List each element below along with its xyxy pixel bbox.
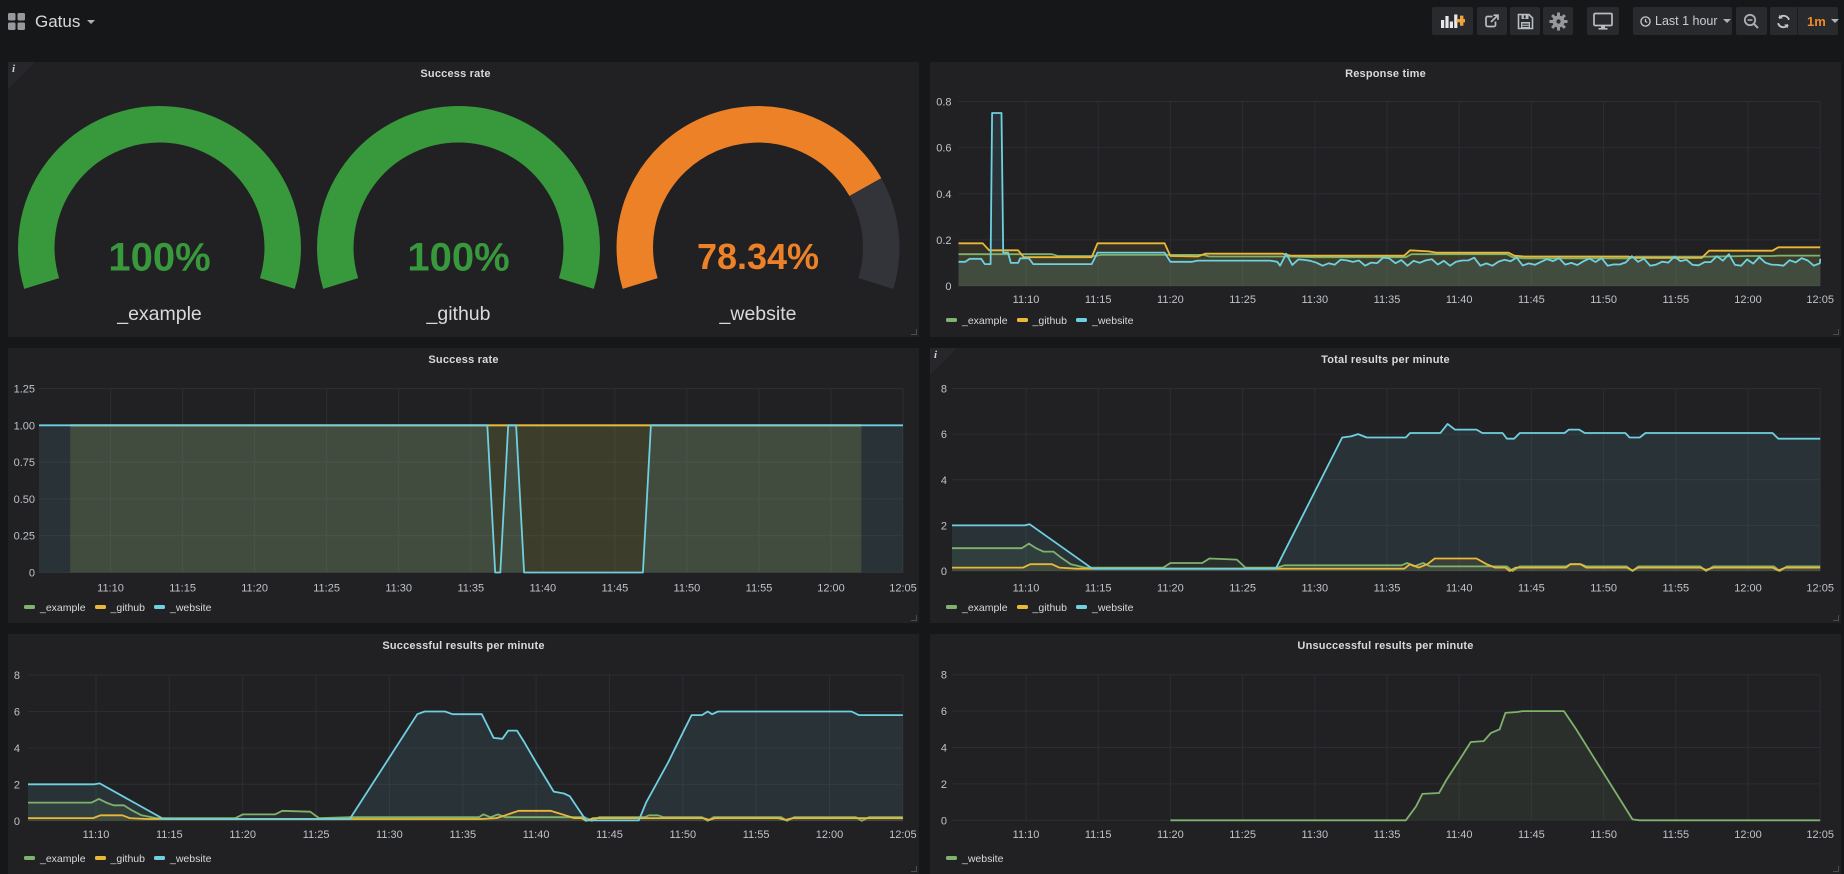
svg-text:11:55: 11:55 (743, 829, 770, 841)
svg-text:11:45: 11:45 (602, 583, 629, 595)
svg-text:11:35: 11:35 (1374, 829, 1401, 841)
svg-text:11:25: 11:25 (1229, 829, 1256, 841)
svg-text:11:55: 11:55 (1662, 829, 1689, 841)
svg-text:12:05: 12:05 (1806, 829, 1834, 841)
svg-text:11:20: 11:20 (1157, 583, 1184, 595)
svg-text:11:45: 11:45 (596, 829, 623, 841)
svg-text:6: 6 (941, 706, 947, 718)
svg-text:11:10: 11:10 (1013, 583, 1040, 595)
svg-text:8: 8 (941, 384, 947, 396)
svg-text:_website: _website (719, 303, 797, 325)
svg-text:0.8: 0.8 (936, 97, 951, 109)
svg-text:0.75: 0.75 (14, 457, 35, 469)
svg-text:11:15: 11:15 (1085, 583, 1112, 595)
svg-text:4: 4 (14, 743, 20, 755)
svg-text:0: 0 (29, 568, 35, 580)
svg-text:11:45: 11:45 (1518, 829, 1545, 841)
svg-text:11:55: 11:55 (1662, 294, 1689, 306)
svg-text:2: 2 (941, 520, 947, 532)
svg-text:11:50: 11:50 (1590, 294, 1617, 306)
svg-text:11:30: 11:30 (1301, 583, 1328, 595)
svg-text:1.25: 1.25 (14, 384, 35, 396)
svg-text:11:45: 11:45 (1518, 294, 1545, 306)
svg-text:4: 4 (941, 743, 947, 755)
svg-text:11:50: 11:50 (1590, 829, 1617, 841)
svg-text:0: 0 (941, 566, 947, 578)
svg-text:11:35: 11:35 (449, 829, 476, 841)
svg-text:12:00: 12:00 (1734, 294, 1762, 306)
svg-text:11:35: 11:35 (1374, 583, 1401, 595)
svg-text:0.2: 0.2 (936, 235, 951, 247)
svg-text:11:20: 11:20 (229, 829, 256, 841)
svg-text:0: 0 (941, 815, 947, 827)
svg-text:6: 6 (941, 429, 947, 441)
svg-text:11:15: 11:15 (156, 829, 183, 841)
svg-text:12:00: 12:00 (817, 583, 845, 595)
svg-text:11:10: 11:10 (97, 583, 124, 595)
svg-text:2: 2 (941, 779, 947, 791)
svg-text:11:40: 11:40 (1446, 294, 1473, 306)
svg-text:11:50: 11:50 (1590, 583, 1617, 595)
svg-text:11:35: 11:35 (1374, 294, 1401, 306)
svg-text:11:10: 11:10 (83, 829, 110, 841)
svg-text:8: 8 (941, 670, 947, 682)
svg-text:11:20: 11:20 (1157, 829, 1184, 841)
svg-text:11:35: 11:35 (457, 583, 484, 595)
svg-text:11:25: 11:25 (303, 829, 330, 841)
svg-text:0.4: 0.4 (936, 189, 951, 201)
svg-text:11:15: 11:15 (1085, 294, 1112, 306)
svg-text:11:50: 11:50 (669, 829, 696, 841)
svg-text:11:20: 11:20 (241, 583, 268, 595)
svg-text:11:10: 11:10 (1013, 829, 1040, 841)
svg-text:11:40: 11:40 (523, 829, 550, 841)
svg-text:11:20: 11:20 (1157, 294, 1184, 306)
svg-text:11:25: 11:25 (1229, 294, 1256, 306)
svg-text:11:30: 11:30 (385, 583, 412, 595)
svg-text:0.25: 0.25 (14, 531, 35, 543)
svg-text:78.34%: 78.34% (697, 236, 819, 277)
svg-text:0.50: 0.50 (14, 494, 35, 506)
svg-text:11:15: 11:15 (169, 583, 196, 595)
svg-text:11:40: 11:40 (1446, 583, 1473, 595)
svg-text:1.00: 1.00 (14, 420, 35, 432)
svg-text:12:00: 12:00 (1734, 829, 1762, 841)
svg-text:12:05: 12:05 (1806, 583, 1834, 595)
svg-text:12:05: 12:05 (889, 583, 917, 595)
svg-text:6: 6 (14, 707, 20, 719)
svg-text:11:25: 11:25 (1229, 583, 1256, 595)
svg-text:11:40: 11:40 (1446, 829, 1473, 841)
svg-text:11:45: 11:45 (1518, 583, 1545, 595)
svg-text:12:00: 12:00 (816, 829, 844, 841)
svg-text:0.6: 0.6 (936, 143, 951, 155)
svg-text:11:55: 11:55 (746, 583, 773, 595)
svg-text:12:05: 12:05 (889, 829, 917, 841)
svg-text:11:15: 11:15 (1085, 829, 1112, 841)
svg-text:0: 0 (14, 816, 20, 828)
svg-text:11:30: 11:30 (1301, 829, 1328, 841)
svg-text:4: 4 (941, 475, 947, 487)
svg-text:12:05: 12:05 (1806, 294, 1834, 306)
svg-text:12:00: 12:00 (1734, 583, 1762, 595)
svg-text:11:40: 11:40 (529, 583, 556, 595)
svg-text:11:55: 11:55 (1662, 583, 1689, 595)
svg-text:0: 0 (945, 281, 951, 293)
svg-text:11:50: 11:50 (674, 583, 701, 595)
svg-text:11:10: 11:10 (1013, 294, 1040, 306)
svg-text:8: 8 (14, 670, 20, 682)
svg-text:11:30: 11:30 (1301, 294, 1328, 306)
svg-text:11:30: 11:30 (376, 829, 403, 841)
svg-text:2: 2 (14, 779, 20, 791)
svg-text:11:25: 11:25 (313, 583, 340, 595)
